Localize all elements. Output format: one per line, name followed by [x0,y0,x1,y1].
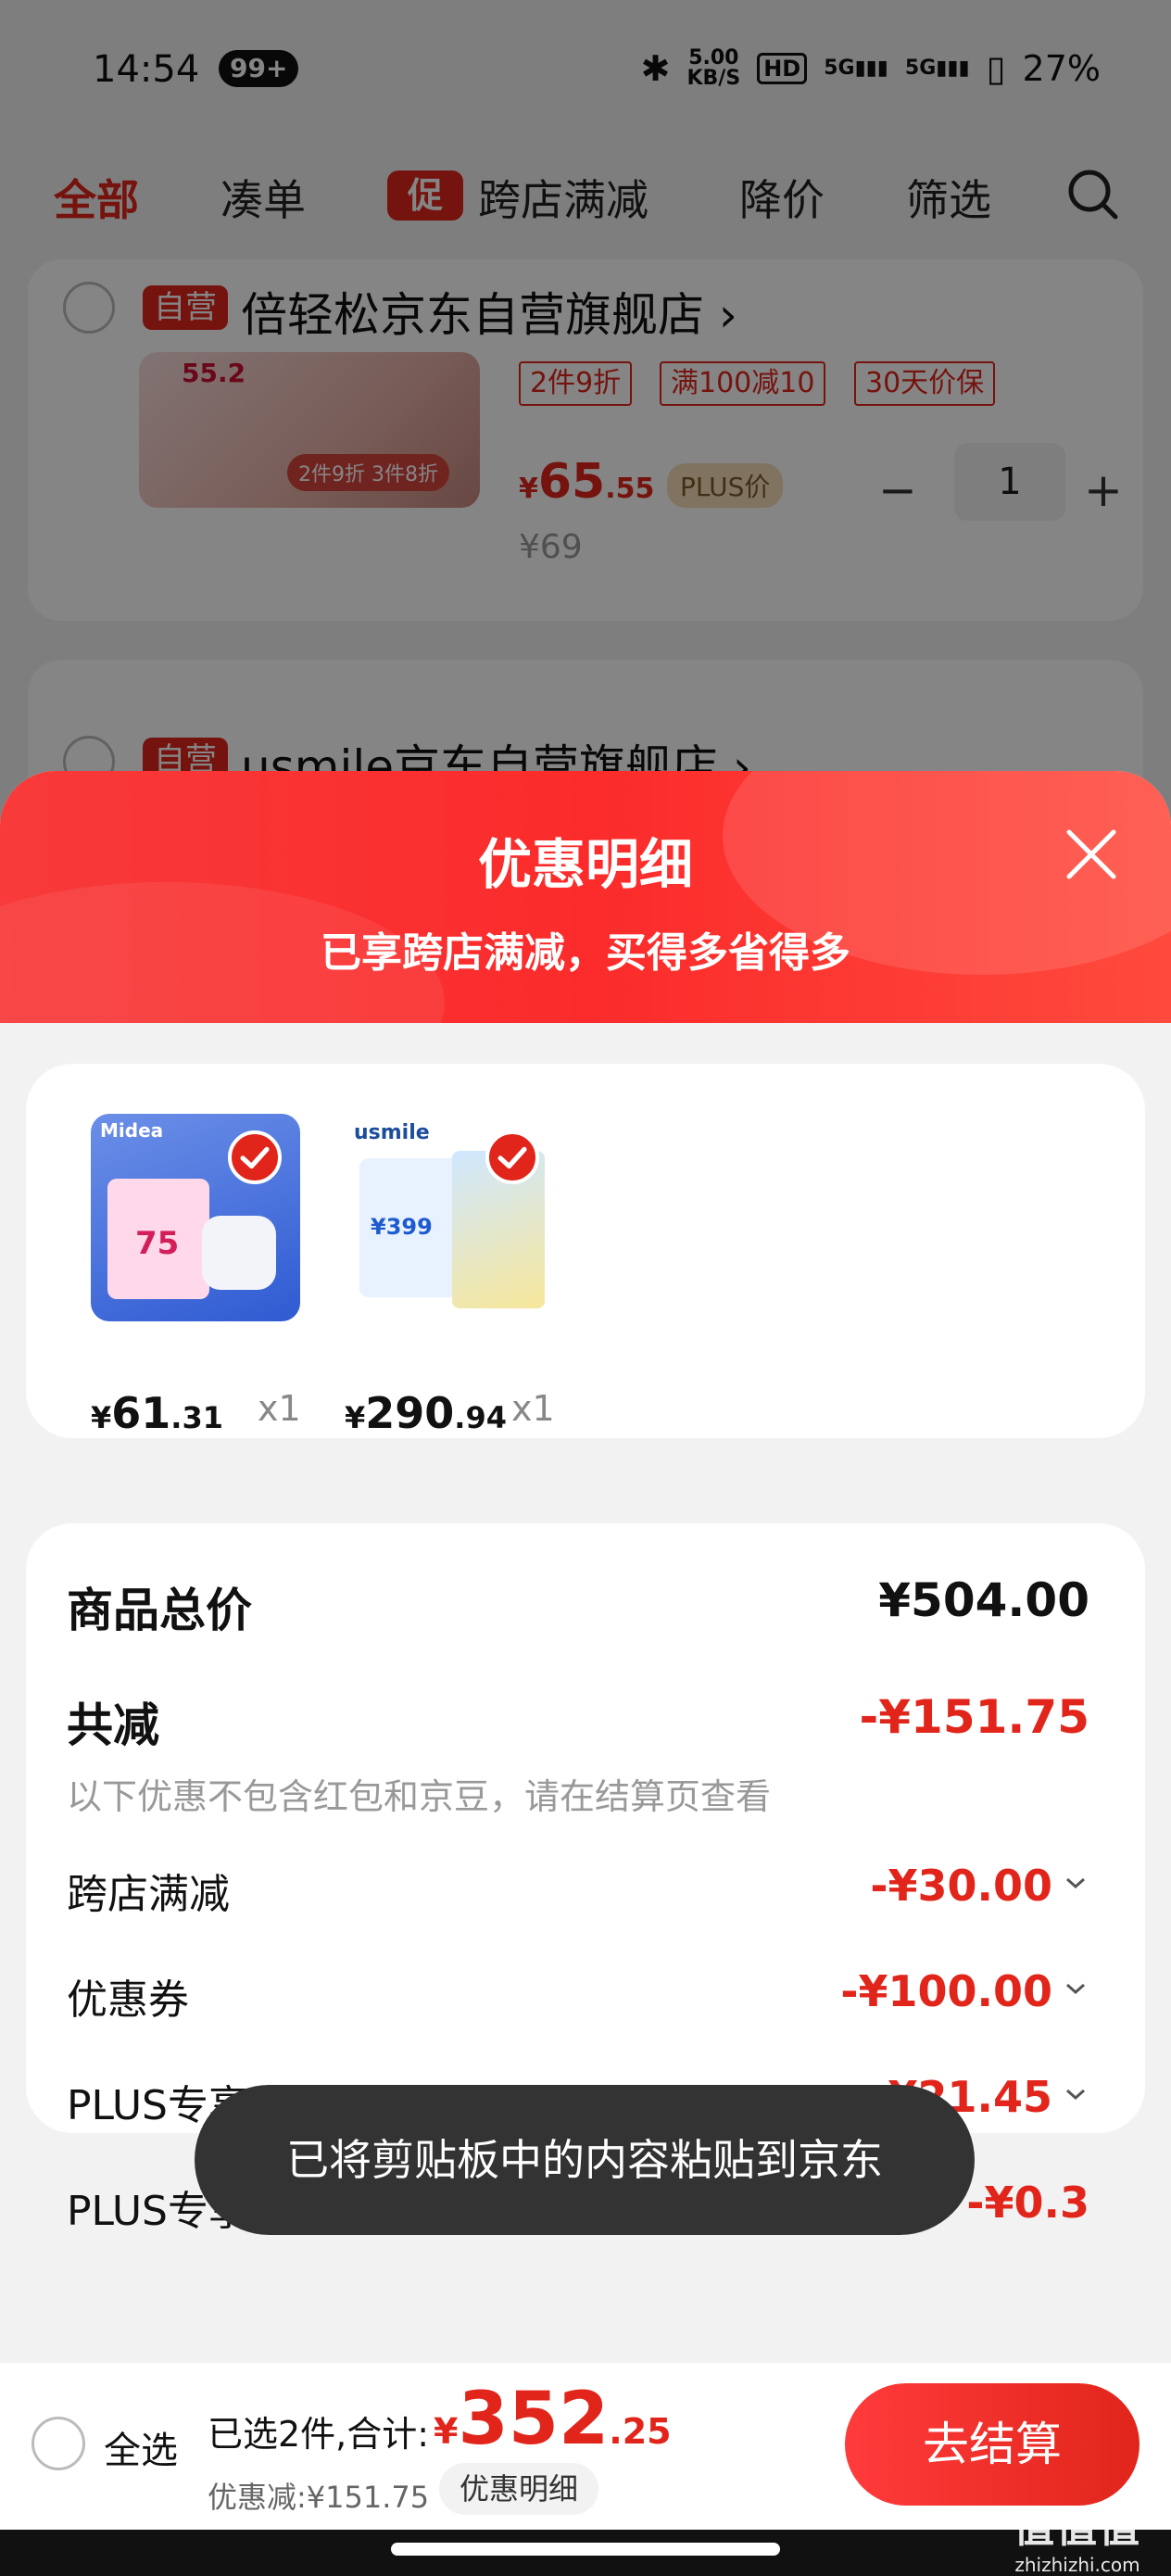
item-price: ¥61.31 [91,1388,223,1438]
price-int: 290 [365,1388,455,1438]
price-symbol: ¥ [91,1400,112,1435]
coupon-label[interactable]: 优惠券 [67,1966,189,2026]
goods-total-value: ¥504.00 [878,1573,1089,1627]
chevron-down-icon[interactable] [1062,1976,1089,2003]
checkout-button[interactable]: 去结算 [845,2383,1140,2506]
total-price: ¥352.25 [434,2378,672,2461]
chevron-down-icon[interactable] [1062,1870,1089,1898]
price-dec: .94 [454,1400,507,1435]
discount-amount: 优惠减:¥151.75 [208,2480,430,2515]
price-dec: .31 [170,1400,223,1435]
check-icon [485,1130,539,1184]
clipboard-toast: 已将剪贴板中的内容粘贴到京东 [195,2085,975,2235]
modal-dim-overlay[interactable] [0,0,1171,834]
watermark-url: zhizhizhi.com [1014,2554,1140,2576]
watermark: 值值值 zhizhizhi.com [1014,2494,1141,2576]
select-all-radio[interactable] [31,2417,85,2470]
sheet-subtitle: 已享跨店满减，买得多省得多 [321,929,850,977]
item-quantity: x1 [258,1388,301,1429]
sheet-header: 优惠明细 已享跨店满减，买得多省得多 [0,771,1171,1123]
thumb-price: ¥399 [371,1214,433,1240]
price-symbol: ¥ [434,2411,459,2452]
device-graphic [202,1216,276,1290]
promo-card-graphic: 75 [107,1179,209,1299]
thumb-price: 75 [135,1225,180,1262]
home-indicator[interactable] [391,2543,780,2556]
discount-detail-sheet: 优惠明细 已享跨店满减，买得多省得多 Midea 75 usmile ¥399 … [0,771,1171,2576]
total-reduce-label: 共减 [67,1698,159,1752]
item-quantity: x1 [511,1388,555,1429]
price-int: 352 [458,2378,610,2461]
close-icon[interactable] [1064,827,1119,882]
brand-logo: usmile [354,1121,430,1144]
product-thumbnail[interactable]: Midea 75 [91,1114,300,1321]
goods-total-label: 商品总价 [67,1584,252,1637]
selected-summary: 已选2件,合计: [208,2414,430,2455]
plus-exclusive-value: -¥0.3 [966,2178,1089,2228]
price-int: 61 [111,1388,171,1438]
watermark-logo: 值值值 [1014,2505,1141,2552]
brand-logo: Midea [100,1119,164,1142]
check-icon [228,1130,282,1184]
total-reduce-value: -¥151.75 [859,1690,1090,1744]
coupon-value[interactable]: -¥100.00 [840,1966,1052,2016]
product-thumbnail[interactable]: usmile ¥399 [348,1114,558,1321]
chevron-down-icon[interactable] [1062,2081,1089,2109]
price-symbol: ¥ [345,1400,366,1435]
price-dec: .25 [609,2411,672,2452]
select-all-label[interactable]: 全选 [104,2420,178,2474]
item-price: ¥290.94 [345,1388,507,1438]
promo-card-graphic: ¥399 [359,1158,460,1297]
cross-store-value[interactable]: -¥30.00 [870,1861,1052,1911]
discount-detail-button[interactable]: 优惠明细 [439,2463,599,2515]
checkout-bar: 全选 已选2件,合计: ¥352.25 优惠减:¥151.75 优惠明细 去结算 [0,2363,1171,2530]
cross-store-label[interactable]: 跨店满减 [67,1861,230,1920]
sheet-title: 优惠明细 [477,833,693,896]
discount-note: 以下优惠不包含红包和京豆，请在结算页查看 [67,1776,772,1817]
